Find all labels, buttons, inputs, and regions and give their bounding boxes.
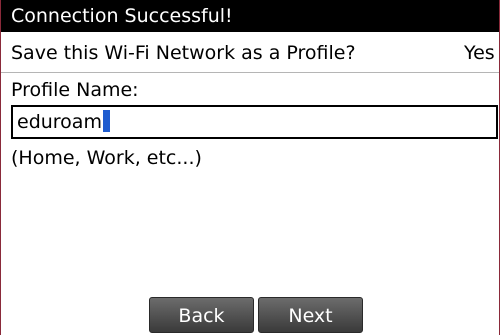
wifi-setup-screen: Connection Successful! Save this Wi-Fi N… <box>0 0 500 335</box>
profile-name-input[interactable]: eduroam <box>11 105 498 139</box>
text-cursor <box>102 110 110 132</box>
save-profile-question: Save this Wi-Fi Network as a Profile? <box>11 42 356 64</box>
back-button[interactable]: Back <box>149 297 254 333</box>
save-profile-row[interactable]: Save this Wi-Fi Network as a Profile? Ye… <box>1 33 499 73</box>
profile-name-hint: (Home, Work, etc...) <box>11 147 202 169</box>
next-button[interactable]: Next <box>258 297 363 333</box>
profile-name-value: eduroam <box>17 111 102 133</box>
profile-name-label: Profile Name: <box>11 79 139 101</box>
title-bar: Connection Successful! <box>1 0 499 32</box>
save-profile-choice[interactable]: Yes <box>464 33 495 73</box>
